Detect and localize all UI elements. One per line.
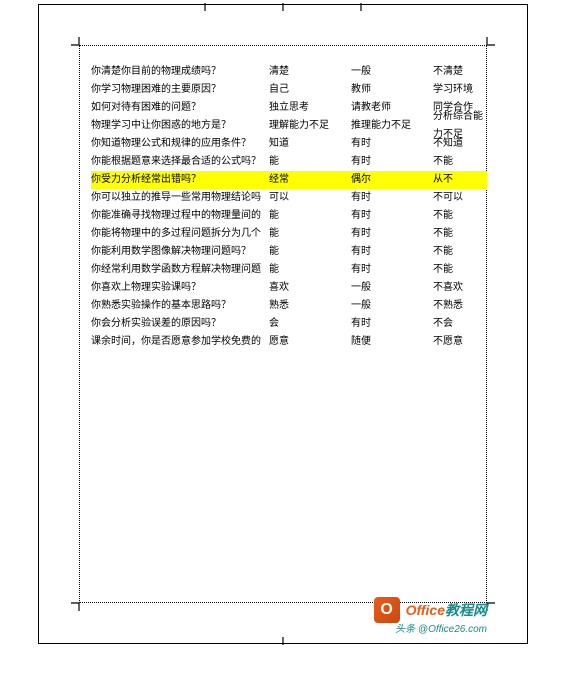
option-text: 不可以: [433, 189, 487, 207]
option-text: 随便: [351, 333, 433, 351]
question-text: 你可以独立的推导一些常用物理结论吗: [91, 189, 269, 207]
question-text: 你清楚你目前的物理成绩吗？: [91, 63, 269, 81]
crop-mark-bm: [277, 635, 289, 645]
option-text: 从不: [433, 171, 487, 189]
option-text: 不知道: [433, 135, 487, 153]
question-text: 如何对待有困难的问题？: [91, 99, 269, 117]
survey-row: 你学习物理困难的主要原因？自己教师学习环境: [91, 81, 487, 99]
question-text: 物理学习中让你困惑的地方是？: [91, 117, 269, 135]
watermark-text1: Office: [406, 602, 445, 618]
question-text: 你能利用数学图像解决物理问题吗？: [91, 243, 269, 261]
option-text: 有时: [351, 207, 433, 225]
survey-row: 你知道物理公式和规律的应用条件？知道有时不知道: [91, 135, 487, 153]
option-text: 不能: [433, 225, 487, 243]
option-text: 能: [269, 153, 351, 171]
option-text: 能: [269, 207, 351, 225]
option-text: 有时: [351, 261, 433, 279]
crop-mark-tr: [479, 37, 495, 53]
option-text: 清楚: [269, 63, 351, 81]
option-text: 不喜欢: [433, 279, 487, 297]
question-text: 你喜欢上物理实验课吗？: [91, 279, 269, 297]
crop-mark-t1: [199, 3, 211, 13]
question-text: 课余时间，你是否愿意参加学校免费的: [91, 333, 269, 351]
option-text: 有时: [351, 135, 433, 153]
option-text: 能: [269, 225, 351, 243]
option-text: 一般: [351, 63, 433, 81]
crop-mark-tl: [71, 37, 87, 53]
option-text: 教师: [351, 81, 433, 99]
option-text: 推理能力不足: [351, 117, 433, 135]
option-text: 不熟悉: [433, 297, 487, 315]
survey-row: 你会分析实验误差的原因吗？会有时不会: [91, 315, 487, 333]
option-text: 不愿意: [433, 333, 487, 351]
survey-row: 你可以独立的推导一些常用物理结论吗可以有时不可以: [91, 189, 487, 207]
option-text: 有时: [351, 225, 433, 243]
question-text: 你知道物理公式和规律的应用条件？: [91, 135, 269, 153]
question-text: 你经常利用数学函数方程解决物理问题: [91, 261, 269, 279]
question-text: 你能准确寻找物理过程中的物理量间的: [91, 207, 269, 225]
survey-row: 你熟悉实验操作的基本思路吗？熟悉一般不熟悉: [91, 297, 487, 315]
survey-row: 你经常利用数学函数方程解决物理问题能有时不能: [91, 261, 487, 279]
option-text: 理解能力不足: [269, 117, 351, 135]
question-text: 你学习物理困难的主要原因？: [91, 81, 269, 99]
option-text: 知道: [269, 135, 351, 153]
option-text: 有时: [351, 315, 433, 333]
option-text: 经常: [269, 171, 351, 189]
question-text: 你能根据题意来选择最合适的公式吗？: [91, 153, 269, 171]
option-text: 有时: [351, 153, 433, 171]
option-text: 能: [269, 243, 351, 261]
crop-mark-bl: [71, 595, 87, 611]
crop-mark-t2: [355, 3, 367, 13]
survey-table: 你清楚你目前的物理成绩吗？清楚一般不清楚你学习物理困难的主要原因？自己教师学习环…: [91, 63, 487, 351]
watermark-subtext: 头条 @Office26.com: [395, 620, 487, 635]
survey-row: 你受力分析经常出错吗？经常偶尔从不: [91, 171, 487, 189]
option-text: 学习环境: [433, 81, 487, 99]
option-text: 会: [269, 315, 351, 333]
option-text: 不会: [433, 315, 487, 333]
survey-row: 你能将物理中的多过程问题拆分为几个能有时不能: [91, 225, 487, 243]
question-text: 你会分析实验误差的原因吗？: [91, 315, 269, 333]
option-text: 可以: [269, 189, 351, 207]
option-text: 偶尔: [351, 171, 433, 189]
survey-row: 你喜欢上物理实验课吗？喜欢一般不喜欢: [91, 279, 487, 297]
page-frame: 你清楚你目前的物理成绩吗？清楚一般不清楚你学习物理困难的主要原因？自己教师学习环…: [38, 4, 528, 644]
option-text: 不能: [433, 243, 487, 261]
survey-row: 你清楚你目前的物理成绩吗？清楚一般不清楚: [91, 63, 487, 81]
survey-row: 课余时间，你是否愿意参加学校免费的愿意随便不愿意: [91, 333, 487, 351]
survey-row: 你能利用数学图像解决物理问题吗？能有时不能: [91, 243, 487, 261]
option-text: 不清楚: [433, 63, 487, 81]
question-text: 你熟悉实验操作的基本思路吗？: [91, 297, 269, 315]
option-text: 一般: [351, 279, 433, 297]
survey-row: 如何对待有困难的问题？独立思考请教老师同学合作: [91, 99, 487, 117]
option-text: 一般: [351, 297, 433, 315]
option-text: 自己: [269, 81, 351, 99]
option-text: 熟悉: [269, 297, 351, 315]
option-text: 不能: [433, 261, 487, 279]
option-text: 有时: [351, 243, 433, 261]
question-text: 你能将物理中的多过程问题拆分为几个: [91, 225, 269, 243]
option-text: 有时: [351, 189, 433, 207]
option-text: 喜欢: [269, 279, 351, 297]
option-text: 请教老师: [351, 99, 433, 117]
option-text: 不能: [433, 207, 487, 225]
survey-row: 物理学习中让你困惑的地方是？理解能力不足推理能力不足分析综合能力不足: [91, 117, 487, 135]
watermark-text2: 教程网: [445, 600, 487, 620]
question-text: 你受力分析经常出错吗？: [91, 171, 269, 189]
option-text: 独立思考: [269, 99, 351, 117]
option-text: 不能: [433, 153, 487, 171]
option-text: 能: [269, 261, 351, 279]
crop-mark-tm: [277, 3, 289, 13]
option-text: 愿意: [269, 333, 351, 351]
survey-row: 你能准确寻找物理过程中的物理量间的能有时不能: [91, 207, 487, 225]
survey-row: 你能根据题意来选择最合适的公式吗？能有时不能: [91, 153, 487, 171]
